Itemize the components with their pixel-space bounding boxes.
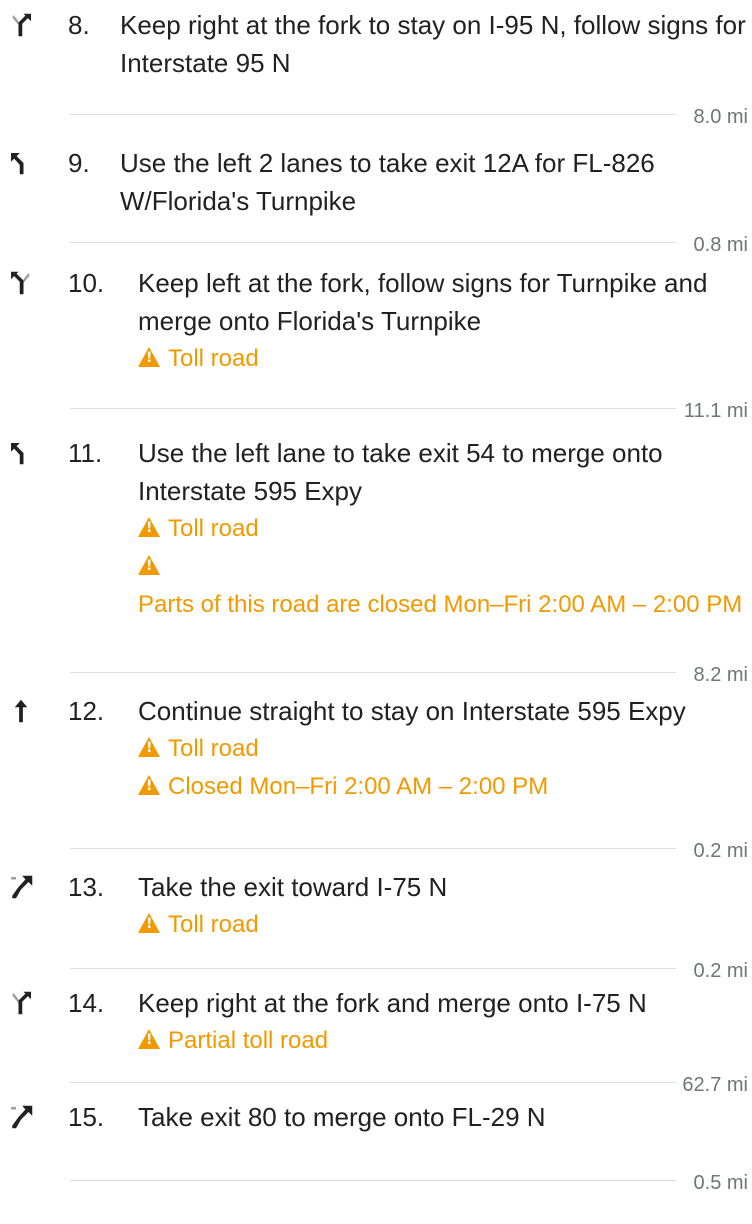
step-number: 10.: [68, 268, 105, 298]
step-instruction: Use the left 2 lanes to take exit 12A fo…: [120, 148, 655, 216]
straight-icon: [6, 696, 36, 726]
step-instruction: Take exit 80 to merge onto FL-29 N: [138, 1102, 546, 1132]
warning-icon: [138, 913, 160, 933]
step-number: 14.: [68, 988, 105, 1018]
closure-warning-icon-row: [138, 548, 750, 586]
keep-right-icon: [6, 10, 36, 40]
step-instruction: Use the left lane to take exit 54 to mer…: [138, 438, 663, 506]
warning-icon: [138, 555, 160, 575]
warning-icon: [138, 737, 160, 757]
step-number: 11.: [68, 438, 103, 468]
closure-warning: Closed Mon–Fri 2:00 AM – 2:00 PM: [138, 768, 750, 806]
keep-left-icon: [6, 268, 36, 298]
step-divider: [70, 242, 676, 243]
step-divider: [70, 1180, 676, 1181]
directions-list: 8. Keep right at the fork to stay on I-9…: [0, 0, 752, 1224]
step-distance: 0.2 mi: [693, 960, 748, 982]
step-instruction: Keep left at the fork, follow signs for …: [138, 268, 708, 336]
toll-warning: Toll road: [138, 730, 750, 768]
step-instruction: Continue straight to stay on Interstate …: [138, 696, 686, 726]
warning-text: Partial toll road: [168, 1027, 329, 1054]
toll-warning: Toll road: [138, 510, 750, 548]
step-distance: 11.1 mi: [683, 400, 748, 422]
step-divider: [70, 848, 676, 849]
step-number: 13.: [68, 872, 105, 902]
step-distance: 0.2 mi: [693, 840, 748, 862]
warning-icon: [138, 1029, 160, 1049]
toll-warning: Partial toll road: [138, 1022, 750, 1060]
ramp-right-icon: [6, 872, 36, 902]
step-instruction: Take the exit toward I-75 N: [138, 872, 448, 902]
warning-icon: [138, 347, 160, 367]
step-instruction: Keep right at the fork to stay on I-95 N…: [120, 10, 746, 78]
ramp-right-icon: [6, 1102, 36, 1132]
step-instruction: Keep right at the fork and merge onto I-…: [138, 988, 647, 1018]
step-distance: 8.2 mi: [693, 664, 748, 686]
toll-warning: Toll road: [138, 340, 750, 378]
step-divider: [70, 672, 676, 673]
toll-warning: Toll road: [138, 906, 750, 944]
step-number: 8.: [68, 10, 90, 40]
step-divider: [70, 114, 676, 115]
turn-slight-left-icon: [6, 148, 36, 178]
step-distance: 62.7 mi: [682, 1074, 748, 1096]
step-divider: [70, 1082, 676, 1083]
warning-text: Toll road: [168, 911, 259, 938]
warning-text: Toll road: [168, 735, 259, 762]
step-number: 9.: [68, 148, 90, 178]
step-divider: [70, 968, 676, 969]
turn-slight-left-icon: [6, 438, 36, 468]
step-divider: [70, 408, 676, 409]
warning-text: Toll road: [168, 345, 259, 372]
warning-icon: [138, 775, 160, 795]
closure-warning: Parts of this road are closed Mon–Fri 2:…: [138, 591, 743, 618]
warning-icon: [138, 517, 160, 537]
warning-text: Toll road: [168, 515, 259, 542]
keep-right-icon: [6, 988, 36, 1018]
step-distance: 0.5 mi: [693, 1172, 748, 1194]
step-number: 15.: [68, 1102, 105, 1132]
step-number: 12.: [68, 696, 105, 726]
step-distance: 8.0 mi: [693, 106, 748, 128]
warning-text: Closed Mon–Fri 2:00 AM – 2:00 PM: [168, 773, 549, 800]
step-distance: 0.8 mi: [693, 234, 748, 256]
